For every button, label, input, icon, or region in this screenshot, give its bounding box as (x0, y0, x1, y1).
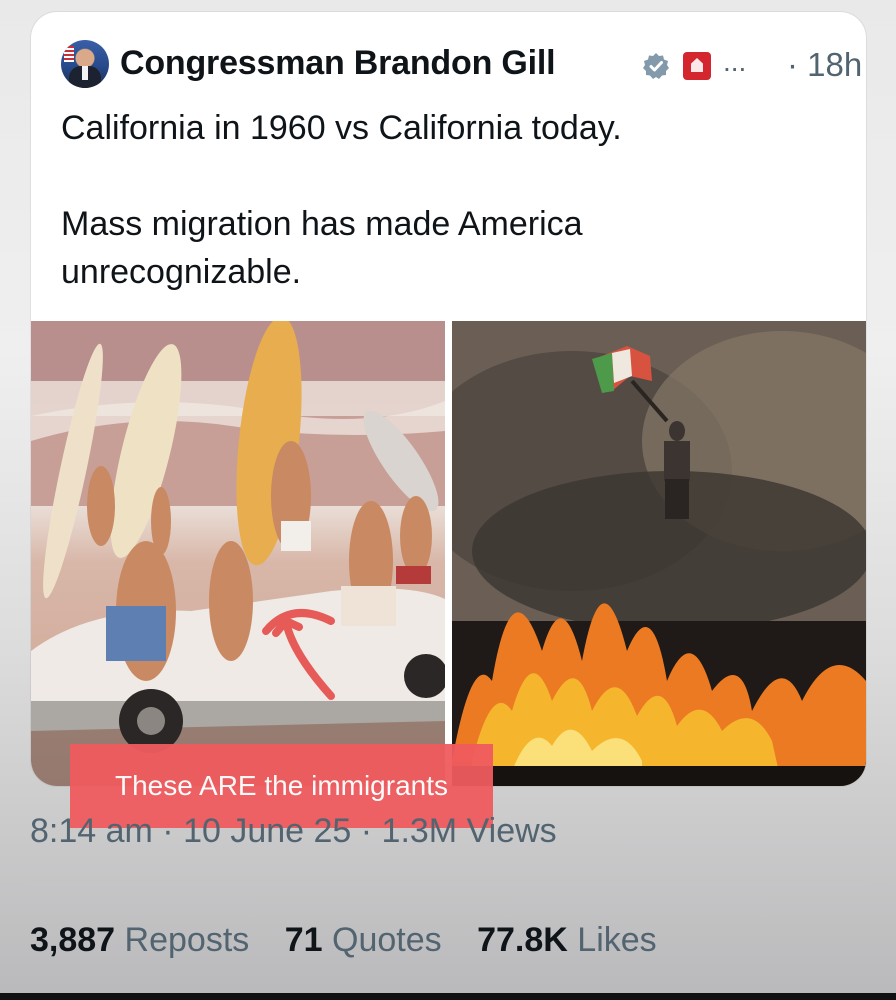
tweet-card[interactable]: Congressman Brandon Gill ... · 18h Calif… (31, 12, 866, 786)
tweet-header: Congressman Brandon Gill ... · 18h (61, 40, 862, 88)
bottom-bar (0, 993, 896, 1000)
engagement-stats: 3,887 Reposts 71 Quotes 77.8K Likes (30, 921, 683, 960)
tweet-text: California in 1960 vs California today. … (61, 109, 622, 291)
tweet-media[interactable] (31, 321, 866, 786)
more-ellipsis[interactable]: ... (723, 46, 746, 78)
fire-scene-illustration (452, 321, 866, 786)
divider (30, 884, 868, 885)
government-badge-icon (683, 52, 711, 80)
beach-1960-image[interactable] (31, 321, 445, 786)
beach-scene-illustration (31, 321, 445, 786)
flag-icon (64, 46, 74, 62)
avatar[interactable] (61, 40, 109, 88)
quotes-stat[interactable]: 71 Quotes (285, 921, 442, 960)
author-name[interactable]: Congressman Brandon Gill (120, 44, 556, 83)
likes-stat[interactable]: 77.8K Likes (477, 921, 657, 960)
fire-protest-image[interactable] (452, 321, 866, 786)
post-time[interactable]: · 18h (787, 46, 862, 84)
verified-badge-icon (643, 53, 669, 79)
post-timestamp-views[interactable]: 8:14 am · 10 June 25 · 1.3M Views (30, 812, 557, 851)
reposts-stat[interactable]: 3,887 Reposts (30, 921, 249, 960)
